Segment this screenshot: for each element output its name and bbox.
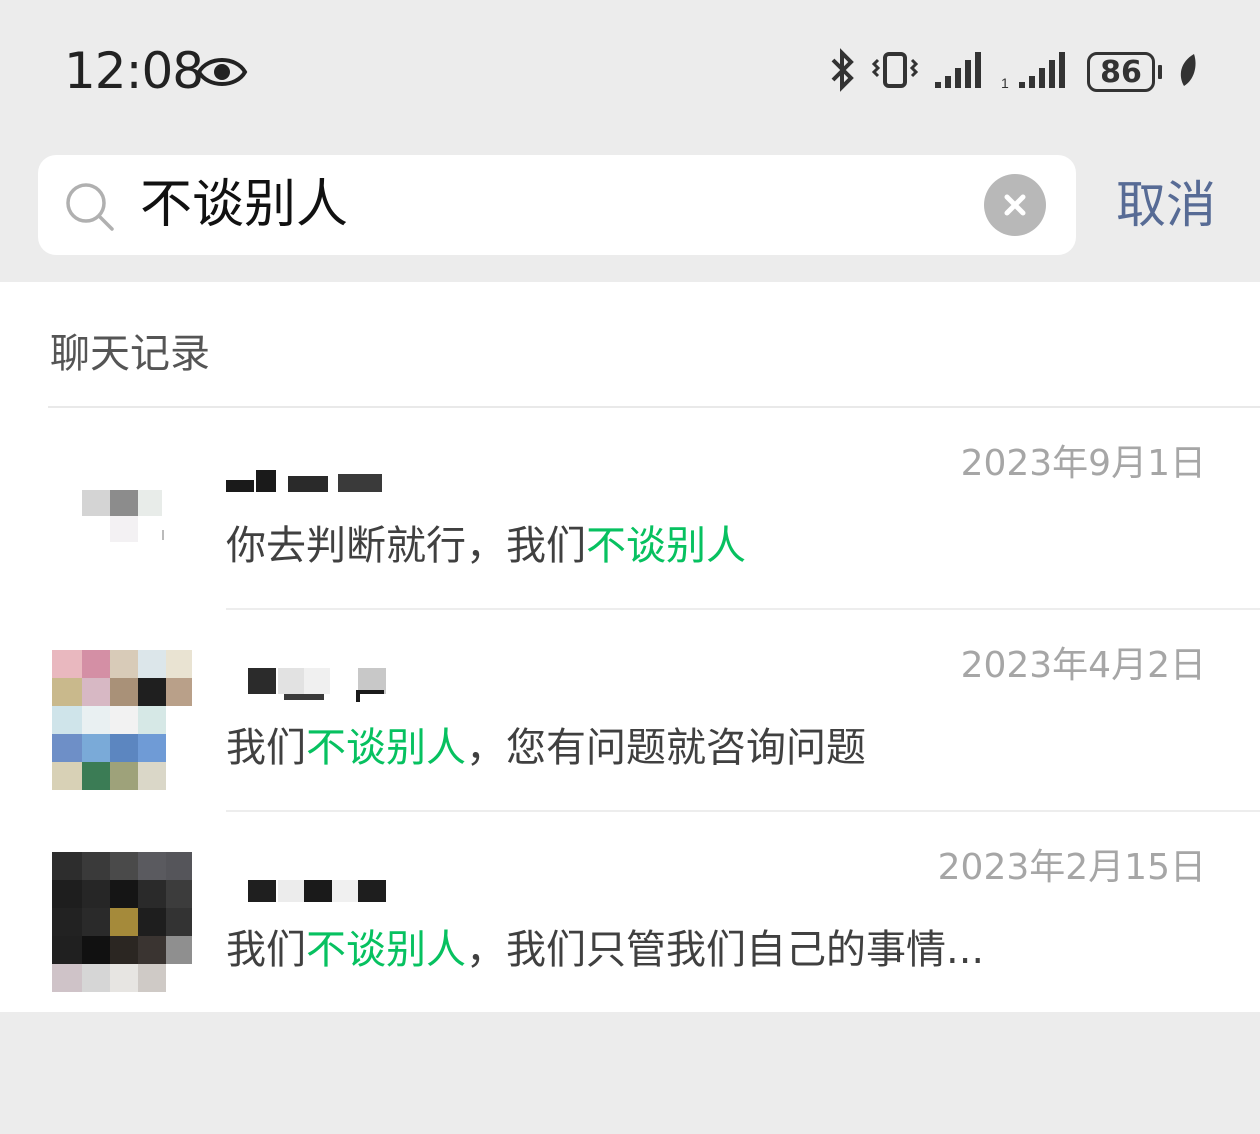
close-icon <box>1004 194 1026 216</box>
battery-icon: 86 <box>1087 52 1162 92</box>
contact-name <box>226 664 396 702</box>
section-title-chat-history: 聊天记录 <box>50 331 210 377</box>
message-snippet: 你去判断就行，我们不谈别人 <box>226 523 746 569</box>
search-results: 聊天记录 2023年9月1日 你去判断就行，我们不谈别人 2023年4月2日 我… <box>0 282 1260 1012</box>
message-date: 2023年2月15日 <box>937 847 1206 888</box>
highlight-match: 不谈别人 <box>306 725 466 771</box>
highlight-match: 不谈别人 <box>306 927 466 973</box>
contact-name <box>226 462 396 498</box>
eye-icon <box>196 52 248 96</box>
message-snippet: 我们不谈别人，我们只管我们自己的事情... <box>226 927 985 973</box>
vibrate-icon <box>871 48 919 96</box>
message-snippet: 我们不谈别人，您有问题就咨询问题 <box>226 725 866 771</box>
battery-level: 86 <box>1087 52 1155 92</box>
status-icons: 1 86 <box>827 48 1198 96</box>
contact-name <box>226 866 396 902</box>
search-field[interactable]: 不谈别人 <box>38 155 1076 255</box>
status-time: 12:08 <box>64 42 204 100</box>
message-date: 2023年4月2日 <box>960 645 1206 686</box>
signal-icon <box>933 48 987 96</box>
bluetooth-icon <box>827 48 857 96</box>
avatar <box>52 448 192 588</box>
avatar <box>52 650 192 790</box>
highlight-match: 不谈别人 <box>586 523 746 569</box>
leaf-icon <box>1176 50 1198 94</box>
search-icon <box>62 179 118 239</box>
signal-icon: 1 <box>1001 48 1073 96</box>
list-item[interactable]: 2023年9月1日 你去判断就行，我们不谈别人 <box>0 408 1260 610</box>
search-input[interactable]: 不谈别人 <box>140 169 348 241</box>
list-item[interactable]: 2023年4月2日 我们不谈别人，您有问题就咨询问题 <box>0 610 1260 812</box>
status-bar: 12:08 1 86 <box>0 0 1260 140</box>
message-date: 2023年9月1日 <box>960 443 1206 484</box>
svg-text:1: 1 <box>1001 75 1009 91</box>
cancel-button[interactable]: 取消 <box>1116 172 1216 238</box>
avatar <box>52 852 192 992</box>
clear-button[interactable] <box>984 174 1046 236</box>
list-item[interactable]: 2023年2月15日 我们不谈别人，我们只管我们自己的事情... <box>0 812 1260 1014</box>
